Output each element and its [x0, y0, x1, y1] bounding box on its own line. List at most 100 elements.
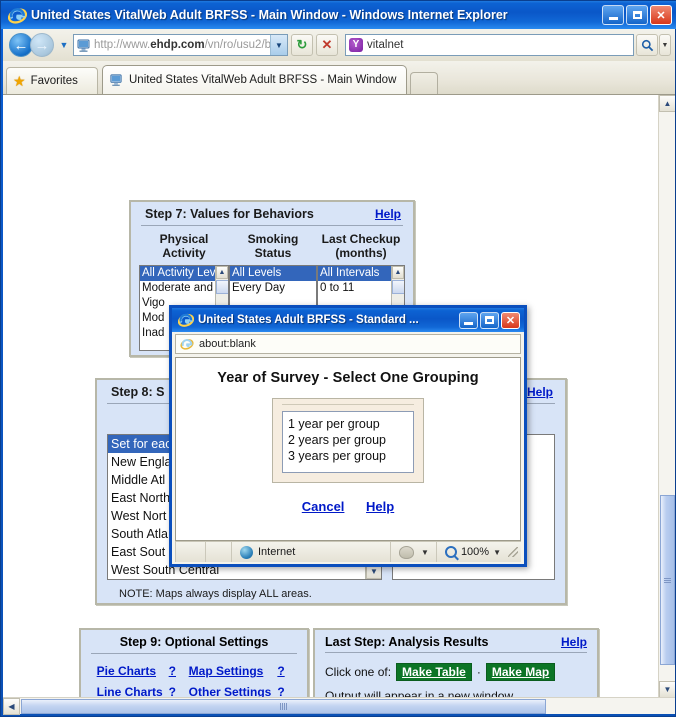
status-cell-1 [175, 542, 205, 562]
resize-grip-icon[interactable] [508, 547, 518, 557]
close-icon[interactable]: ✕ [501, 311, 520, 329]
column-title: Smoking Status [247, 232, 299, 260]
popup-actions: Cancel Help [176, 499, 520, 514]
stop-icon[interactable]: ✕ [316, 34, 338, 56]
zoom-control[interactable]: 100% ▼ [435, 542, 508, 562]
window-controls: ✕ [602, 5, 672, 25]
chevron-down-icon-address[interactable]: ▼ [270, 35, 287, 55]
forward-arrow-icon[interactable]: → [30, 33, 54, 57]
chevron-down-icon[interactable]: ▼ [493, 548, 501, 557]
popup-heading: Year of Survey - Select One Grouping [217, 370, 479, 386]
globe-icon [240, 545, 253, 559]
maximize-icon[interactable] [626, 5, 648, 25]
popup-status-bar: Internet ▼ 100% ▼ [175, 541, 521, 562]
last-step-title: Last Step: Analysis Results [325, 635, 489, 649]
favorites-button[interactable]: ★ Favorites [6, 67, 98, 94]
window-title: United States VitalWeb Adult BRFSS - Mai… [31, 8, 508, 22]
pie-charts-link[interactable]: Pie Charts [97, 664, 163, 678]
list-item[interactable]: 2 years per group [288, 432, 408, 448]
popup-window-title: United States Adult BRFSS - Standard ... [198, 314, 419, 326]
vitalweb-page: Step 7: Values for Behaviors Help Physic… [3, 95, 659, 697]
step7-title: Step 7: Values for Behaviors [145, 207, 314, 221]
line-charts-link[interactable]: Line Charts [97, 685, 163, 697]
list-item[interactable]: Every Day [230, 281, 316, 296]
scroll-grip [664, 577, 671, 583]
divider [141, 225, 403, 226]
pie-charts-help-icon[interactable]: ? [169, 664, 183, 678]
shield-lock-icon [399, 545, 415, 559]
scroll-left-icon[interactable]: ◀ [3, 698, 20, 715]
chevron-down-icon-history[interactable]: ▼ [57, 33, 71, 57]
panel-step9: Step 9: Optional Settings Pie Charts ? M… [79, 628, 309, 697]
refresh-icon[interactable]: ↻ [291, 34, 313, 56]
protected-mode-control[interactable]: ▼ [390, 542, 436, 562]
window-titlebar: United States VitalWeb Adult BRFSS - Mai… [1, 1, 676, 29]
minimize-icon[interactable] [602, 5, 624, 25]
chevron-down-icon[interactable]: ▼ [421, 548, 429, 557]
scroll-up-icon[interactable]: ▲ [216, 266, 228, 279]
horizontal-scroll-thumb[interactable] [21, 699, 546, 714]
panel-last-step: Last Step: Analysis Results Help Click o… [313, 628, 599, 697]
step8-note: NOTE: Maps always display ALL areas. [119, 588, 312, 600]
favorites-label: Favorites [30, 75, 78, 87]
column-title: Last Checkup (months) [321, 232, 401, 260]
security-zone[interactable]: Internet [231, 542, 390, 562]
vertical-scroll-thumb[interactable] [660, 495, 675, 665]
address-bar[interactable]: http://www.ehdp.com/vn/ro/usu2/bf: ▼ [73, 34, 288, 56]
click-one-of-label: Click one of: [325, 665, 392, 679]
cancel-link[interactable]: Cancel [302, 499, 345, 514]
close-icon[interactable]: ✕ [650, 5, 672, 25]
step8-help-link[interactable]: Help [527, 385, 553, 399]
map-settings-help-icon[interactable]: ? [277, 664, 291, 678]
page-icon [109, 73, 124, 88]
security-zone-label: Internet [258, 546, 296, 558]
scroll-thumb[interactable] [216, 280, 228, 294]
last-step-description: Output will appear in a new window. View… [315, 681, 597, 697]
vertical-scrollbar[interactable]: ▲ ▼ [658, 95, 675, 697]
maximize-icon[interactable] [480, 311, 499, 329]
ie-logo-icon [7, 5, 27, 25]
browser-toolbar: ← → ▼ http://www.ehdp.com/vn/ro/usu2/bf:… [3, 29, 675, 61]
popup-address-value: about:blank [199, 338, 256, 350]
last-step-help-link[interactable]: Help [561, 635, 587, 649]
popup-list-container: 1 year per group 2 years per group 3 yea… [272, 398, 424, 483]
divider [91, 653, 297, 654]
ie-logo-icon [177, 312, 194, 329]
action-separator: · [476, 665, 481, 679]
minimize-icon[interactable] [459, 311, 478, 329]
popup-window-controls: ✕ [459, 311, 520, 329]
scroll-grip [279, 703, 288, 710]
tab-main-window[interactable]: United States VitalWeb Adult BRFSS - Mai… [102, 65, 408, 94]
other-settings-link[interactable]: Other Settings [189, 685, 272, 697]
popup-address-bar[interactable]: about:blank [175, 334, 521, 354]
map-settings-link[interactable]: Map Settings [189, 664, 272, 678]
page-icon [76, 38, 91, 53]
new-tab-button[interactable] [410, 72, 439, 94]
scroll-thumb[interactable] [392, 280, 404, 294]
scroll-up-icon[interactable]: ▲ [392, 266, 404, 279]
step7-help-link[interactable]: Help [375, 207, 401, 221]
search-input[interactable]: Y vitalnet [345, 34, 634, 56]
popup-titlebar: United States Adult BRFSS - Standard ...… [172, 308, 524, 332]
line-charts-help-icon[interactable]: ? [169, 685, 183, 697]
listbox-year-grouping[interactable]: 1 year per group 2 years per group 3 yea… [282, 411, 414, 473]
column-title: Physical Activity [159, 232, 209, 260]
list-item[interactable]: All Levels [230, 266, 316, 281]
list-item[interactable]: 1 year per group [288, 416, 408, 432]
list-item[interactable]: 3 years per group [288, 448, 408, 464]
popup-window-year-of-survey: United States Adult BRFSS - Standard ...… [169, 305, 527, 567]
make-table-button[interactable]: Make Table [396, 663, 472, 681]
horizontal-scrollbar[interactable]: ◀ [3, 697, 675, 715]
search-icon[interactable] [636, 34, 658, 56]
help-link[interactable]: Help [366, 499, 394, 514]
tab-bar: ★ Favorites United States VitalWeb Adult… [3, 61, 675, 94]
last-step-actions: Click one of: Make Table · Make Map [315, 659, 597, 681]
other-settings-help-icon[interactable]: ? [277, 685, 291, 697]
scroll-up-icon[interactable]: ▲ [659, 95, 675, 112]
scroll-down-icon[interactable]: ▼ [659, 681, 675, 697]
chevron-down-icon-search[interactable]: ▼ [659, 34, 671, 56]
make-map-button[interactable]: Make Map [485, 663, 556, 681]
page-viewport: Step 7: Values for Behaviors Help Physic… [3, 94, 675, 697]
internet-explorer-window: United States VitalWeb Adult BRFSS - Mai… [0, 0, 676, 717]
step7-header: Step 7: Values for Behaviors Help [131, 202, 413, 225]
